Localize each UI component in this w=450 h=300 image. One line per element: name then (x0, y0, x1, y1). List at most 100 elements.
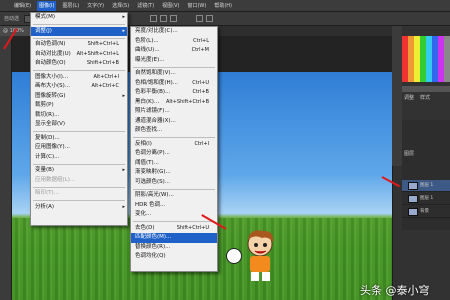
menu-item-label: 裁切(R)... (35, 111, 60, 118)
menu-item-label: 色相/饱和度(H)... (135, 79, 179, 86)
adjust-menu-item[interactable]: 色相/饱和度(H)... Ctrl+U (131, 79, 217, 89)
image-menu-item[interactable]: 自动色调(N) Shift+Ctrl+L (31, 40, 127, 50)
layer-row[interactable]: 图层 1 (402, 193, 450, 205)
menu-item-label: 可选颜色(S)... (135, 178, 171, 185)
image-menu-item[interactable]: 画布大小(S)... Alt+Ctrl+C (31, 82, 127, 92)
adjustments-panel-tab[interactable]: 调整 (404, 94, 414, 101)
adjust-menu-item[interactable]: 通道混合器(X)... (131, 117, 217, 127)
menu-item-label: 复制(D)... (35, 134, 60, 141)
menu-item-shortcut: Shift+Ctrl+U (176, 224, 209, 231)
image-menu-item[interactable]: 模式(M) ▸ (31, 13, 127, 23)
adjust-menu-item[interactable]: 颜色查找... (131, 126, 217, 136)
menu-item-label: 匹配颜色(M)... (135, 234, 172, 240)
adjust-menu-item[interactable]: 自然饱和度(V)... (131, 69, 217, 79)
menubar-item[interactable]: 帮助(H) (212, 1, 234, 11)
adjust-menu-item[interactable]: 色调均化(Q) (131, 252, 217, 262)
menubar-item[interactable]: 滤镜(T) (135, 1, 156, 11)
menu-item-shortcut: Ctrl+B (192, 89, 209, 95)
layer-name: 图层 1 (420, 183, 434, 188)
adjust-menu-item[interactable]: 曲线(U)... Ctrl+M (131, 46, 217, 56)
menu-item-label: 自动对比度(U) (35, 50, 71, 57)
adjust-menu-item[interactable]: 阴影/高光(W)... (131, 191, 217, 201)
menu-item-label: 显示全部(V) (35, 121, 66, 127)
adjust-menu-item[interactable]: HDR 色调... (131, 201, 217, 211)
adjust-menu-item[interactable]: 阈值(T)... (131, 159, 217, 169)
menu-item-label: 图像大小(I)... (35, 73, 69, 80)
menu-item-shortcut: Ctrl+L (193, 37, 209, 44)
menubar-item[interactable]: 图层(L) (60, 1, 81, 11)
adjust-menu-item[interactable]: 色调分离(P)... (131, 149, 217, 159)
image-menu-item[interactable]: 应用图像(Y)... (31, 143, 127, 153)
menu-separator (33, 200, 125, 201)
adjust-menu-item[interactable]: 去色(D) Shift+Ctrl+U (131, 224, 217, 234)
submenu-arrow-icon: ▸ (122, 92, 125, 99)
adjust-menu-item[interactable]: 色阶(L)... Ctrl+L (131, 37, 217, 47)
menu-bar: 编辑(E) 图像(I) 图层(L) 文字(Y) 选择(S) 滤镜(T) 视图(V) 窗口(W)… (0, 0, 450, 12)
layers-panel-tab[interactable]: 图层 (404, 150, 414, 157)
menu-item-label: 自动色调(N) (35, 41, 66, 47)
menubar-item[interactable]: 选择(S) (110, 1, 131, 11)
adjust-menu-item[interactable]: 可选颜色(S)... (131, 178, 217, 188)
layer-row[interactable]: 背景 (402, 206, 450, 218)
menu-item-label: 分析(A) (35, 203, 55, 210)
layer-row[interactable]: 图层 1 (402, 180, 450, 192)
adjust-menu-item[interactable]: 渐变映射(G)... (131, 168, 217, 178)
adjust-menu-item[interactable]: 替换颜色(R)... (131, 243, 217, 253)
image-menu-item[interactable]: 分析(A) ▸ (31, 203, 127, 213)
menu-item-label: 调整(J) (35, 27, 52, 34)
menu-item-label: 黑白(K)... (135, 98, 160, 105)
layer-thumbnail (408, 195, 418, 203)
image-menu-item[interactable]: 裁剪(P) (31, 101, 127, 111)
adjust-menu-item[interactable]: 色彩平衡(B)... Ctrl+B (131, 88, 217, 98)
image-menu-item[interactable]: 图像旋转(G) ▸ (31, 92, 127, 102)
menu-item-label: 应用数据组(L)... (35, 176, 76, 183)
align-icon[interactable] (150, 15, 157, 22)
image-menu-item[interactable]: 显示全部(V) (31, 120, 127, 130)
menu-item-label: 图像旋转(G) (35, 92, 66, 99)
image-menu-item[interactable]: 计算(C)... (31, 153, 127, 163)
align-icon[interactable] (170, 15, 177, 22)
menu-item-label: 陷印(T)... (35, 190, 59, 196)
adjust-menu-item[interactable]: 匹配颜色(M)... (131, 233, 217, 243)
distribute-icon[interactable] (196, 15, 203, 22)
adjust-menu-item[interactable]: 亮度/对比度(C)... (131, 27, 217, 37)
submenu-arrow-icon: ▸ (122, 27, 125, 34)
menubar-item[interactable]: 窗口(W) (185, 1, 208, 11)
adjust-menu-item[interactable]: 反相(I) Ctrl+I (131, 140, 217, 150)
image-menu-item[interactable]: 调整(J) ▸ (31, 26, 127, 36)
tools-panel (0, 36, 12, 300)
adjust-menu-item[interactable]: 黑白(K)... Alt+Shift+Ctrl+B (131, 98, 217, 108)
menubar-item[interactable] (4, 1, 8, 11)
image-menu-item[interactable]: 复制(D)... (31, 134, 127, 144)
swatches-panel (402, 36, 450, 82)
panel-dock-strip (392, 26, 402, 166)
align-icon[interactable] (160, 15, 167, 22)
adjust-menu-item[interactable]: 照片滤镜(F)... (131, 107, 217, 117)
image-menu-item[interactable]: 自动颜色(O) Shift+Ctrl+B (31, 59, 127, 69)
image-menu-item[interactable]: 陷印(T)... (31, 189, 127, 199)
layer-name: 背景 (420, 209, 429, 214)
image-menu-item[interactable]: 应用数据组(L)... (31, 176, 127, 186)
menu-item-label: 色阶(L)... (135, 37, 159, 44)
cartoon-boy-illustration (247, 230, 274, 281)
styles-panel-tab[interactable]: 样式 (420, 94, 430, 101)
menubar-item[interactable]: 视图(V) (160, 1, 181, 11)
image-menu-item[interactable]: 裁切(R)... (31, 111, 127, 121)
adjust-menu-item[interactable]: 曝光度(E)... (131, 56, 217, 66)
image-menu-item[interactable]: 自动对比度(U) Alt+Shift+Ctrl+L (31, 50, 127, 60)
menubar-item[interactable]: 文字(Y) (85, 1, 106, 11)
distribute-icon[interactable] (206, 15, 213, 22)
layer-name: 图层 1 (420, 196, 434, 201)
menubar-item[interactable]: 编辑(E) (12, 1, 33, 11)
menu-item-shortcut: Alt+Ctrl+I (93, 73, 119, 80)
menubar-item[interactable]: 图像(I) (37, 0, 57, 11)
adjustments-panel-header (402, 86, 450, 92)
menu-item-shortcut: Alt+Shift+Ctrl+L (76, 50, 119, 57)
submenu-arrow-icon: ▸ (122, 167, 125, 173)
image-menu-item[interactable]: 变量(B) ▸ (31, 166, 127, 176)
image-menu-item[interactable]: 图像大小(I)... Alt+Ctrl+I (31, 73, 127, 83)
menu-item-label: 裁剪(P) (35, 102, 54, 108)
menu-item-shortcut: Ctrl+U (192, 79, 209, 86)
menu-item-label: 反相(I) (135, 140, 152, 147)
menu-item-label: 曝光度(E)... (135, 56, 165, 63)
